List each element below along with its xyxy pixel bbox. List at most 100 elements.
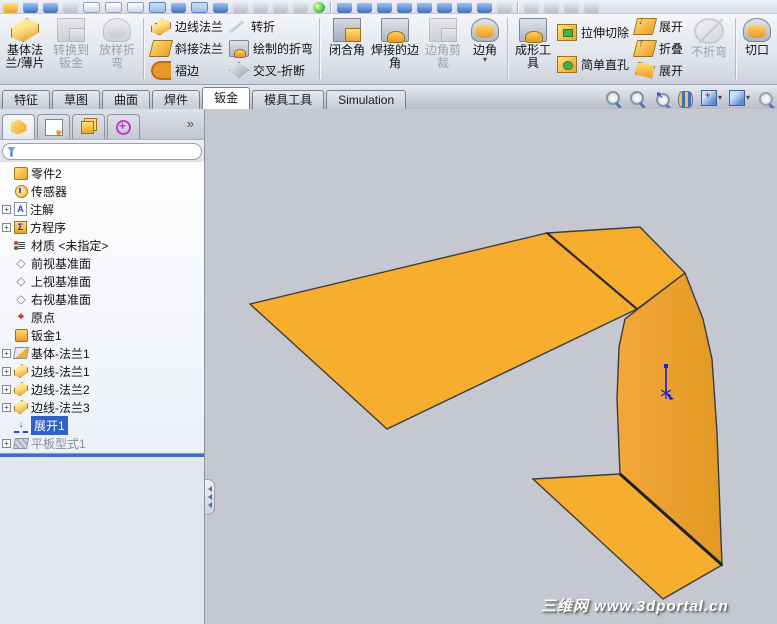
tree-item-flat-pattern1[interactable]: + 平板型式1: [0, 434, 204, 452]
tree-item-annotations[interactable]: + A 注解: [0, 200, 204, 218]
tree-item-edge-flange3[interactable]: + 边线-法兰3: [0, 398, 204, 416]
welded-corner-button[interactable]: 焊接的边角: [370, 15, 420, 82]
corner-trim-button[interactable]: 边角剪裁: [420, 15, 466, 82]
equations-icon: Σ: [14, 220, 27, 234]
toolbar-icon[interactable]: [524, 3, 539, 13]
fold-button[interactable]: 折叠: [632, 38, 686, 58]
expand-icon[interactable]: +: [2, 204, 11, 214]
extruded-cut-button[interactable]: 拉伸切除: [554, 22, 632, 42]
tree-item-base-flange1[interactable]: + 基体-法兰1: [0, 344, 204, 362]
tab-configurationmanager[interactable]: [72, 114, 105, 139]
material-icon: ≣: [14, 239, 28, 252]
toolbar-icon[interactable]: [233, 3, 248, 13]
jog-button[interactable]: 转折: [226, 17, 316, 37]
tree-item-origin[interactable]: ⌖ 原点: [0, 308, 204, 326]
panel-collapse-handle[interactable]: [205, 479, 215, 515]
tab-features[interactable]: 特征: [2, 90, 51, 109]
cross-break-button[interactable]: 交叉-折断: [226, 60, 316, 80]
toolbar-icon[interactable]: [105, 2, 122, 13]
tab-dimxpert[interactable]: [107, 114, 140, 139]
sketched-bend-button[interactable]: 绘制的折弯: [226, 38, 316, 58]
tree-item-part[interactable]: 零件2: [0, 164, 204, 182]
base-flange-button[interactable]: 基体法兰/薄片: [2, 15, 48, 82]
zoom-to-area-icon[interactable]: [629, 90, 646, 107]
section-view-icon[interactable]: [677, 90, 694, 108]
graphics-viewport[interactable]: 三维网 www.3dportal.cn: [205, 109, 777, 624]
toolbar-icon[interactable]: [127, 2, 144, 13]
toolbar-icon[interactable]: [23, 3, 38, 13]
expand-icon[interactable]: +: [2, 366, 11, 376]
tab-featuremanager-tree[interactable]: [2, 114, 35, 139]
toolbar-icon[interactable]: [357, 3, 372, 13]
unfold-button[interactable]: 展开: [632, 17, 686, 37]
tree-item-edge-flange1[interactable]: + 边线-法兰1: [0, 362, 204, 380]
toolbar-icon[interactable]: [213, 3, 228, 13]
toolbar-icon[interactable]: [417, 3, 432, 13]
toolbar-icon[interactable]: [397, 3, 412, 13]
display-style-button[interactable]: ▾: [729, 90, 750, 106]
toolbar-icon[interactable]: [457, 3, 472, 13]
toolbar-icon[interactable]: [253, 3, 268, 13]
toolbar-icon[interactable]: [337, 3, 352, 13]
toolbar-icon[interactable]: [564, 3, 579, 13]
flatten-button[interactable]: 展开: [632, 60, 686, 80]
toolbar-icon[interactable]: [83, 2, 100, 13]
tree-item-equations[interactable]: + Σ 方程序: [0, 218, 204, 236]
tree-item-sheet-metal1[interactable]: 钣金1: [0, 326, 204, 344]
previous-view-icon[interactable]: [653, 90, 670, 107]
tree-item-material[interactable]: ≣ 材质 <未指定>: [0, 236, 204, 254]
edge-flange-button[interactable]: 边线法兰: [148, 17, 226, 37]
part-face-top-panel[interactable]: [248, 232, 639, 430]
lofted-bend-button[interactable]: 放样折弯: [94, 15, 140, 82]
toolbar-icon[interactable]: [497, 3, 512, 13]
toolbar-icon[interactable]: [149, 2, 166, 13]
tree-item-right-plane[interactable]: ◇ 右视基准面: [0, 290, 204, 308]
view-orientation-button[interactable]: ▾: [701, 90, 722, 106]
tree-item-front-plane[interactable]: ◇ 前视基准面: [0, 254, 204, 272]
tree-item-sensors[interactable]: 传感器: [0, 182, 204, 200]
expand-icon[interactable]: +: [2, 222, 11, 232]
tree-item-unfold1[interactable]: ↓ 展开1: [0, 415, 204, 435]
hem-button[interactable]: 褶边: [148, 60, 226, 80]
toolbar-icon[interactable]: [273, 3, 288, 13]
toolbar-icon[interactable]: [63, 3, 78, 13]
expand-icon[interactable]: +: [2, 438, 11, 448]
tab-propertymanager[interactable]: [37, 114, 70, 139]
no-bends-button[interactable]: 不折弯: [686, 15, 732, 82]
toolbar-icon[interactable]: [437, 3, 452, 13]
tab-mold-tools[interactable]: 模具工具: [252, 90, 325, 109]
forming-tool-button[interactable]: 成形工具: [512, 15, 554, 82]
toolbar-icon[interactable]: [3, 3, 18, 13]
tree-item-top-plane[interactable]: ◇ 上视基准面: [0, 272, 204, 290]
sheet-metal-part[interactable]: [205, 109, 777, 623]
toolbar-icon[interactable]: [293, 3, 308, 13]
toolbar-icon[interactable]: [377, 3, 392, 13]
toolbar-icon[interactable]: [313, 2, 325, 13]
tab-simulation[interactable]: Simulation: [326, 90, 407, 109]
toolbar-icon[interactable]: [43, 3, 58, 13]
closed-corner-button[interactable]: 闭合角: [324, 15, 370, 82]
tree-item-edge-flange2[interactable]: + 边线-法兰2: [0, 380, 204, 398]
miter-flange-button[interactable]: 斜接法兰: [148, 38, 226, 58]
toolbar-icon[interactable]: [171, 3, 186, 13]
toolbar-icon[interactable]: [584, 3, 599, 13]
tab-weldments[interactable]: 焊件: [152, 90, 201, 109]
tree-filter-input[interactable]: [19, 144, 197, 159]
zoom-to-fit-icon[interactable]: [605, 90, 622, 107]
expand-icon[interactable]: +: [2, 402, 11, 412]
corner-flyout-button[interactable]: 边角 ▾: [466, 15, 504, 82]
rip-button[interactable]: 切口: [740, 15, 774, 82]
tab-sketch[interactable]: 草图: [52, 90, 101, 109]
toolbar-icon[interactable]: [191, 2, 208, 13]
toolbar-icon[interactable]: [544, 3, 559, 13]
simple-hole-button[interactable]: 简单直孔: [554, 55, 632, 75]
panel-overflow-chevron[interactable]: »: [187, 116, 194, 131]
convert-to-sheet-metal-button[interactable]: 转换到钣金: [48, 15, 94, 82]
button-label: 褶边: [175, 63, 200, 78]
expand-icon[interactable]: +: [2, 348, 11, 358]
tab-surfaces[interactable]: 曲面: [102, 90, 151, 109]
toolbar-icon[interactable]: [477, 3, 492, 13]
tab-sheet-metal[interactable]: 钣金: [202, 87, 251, 109]
expand-icon[interactable]: +: [2, 384, 11, 394]
hide-show-items-icon[interactable]: [757, 90, 774, 107]
